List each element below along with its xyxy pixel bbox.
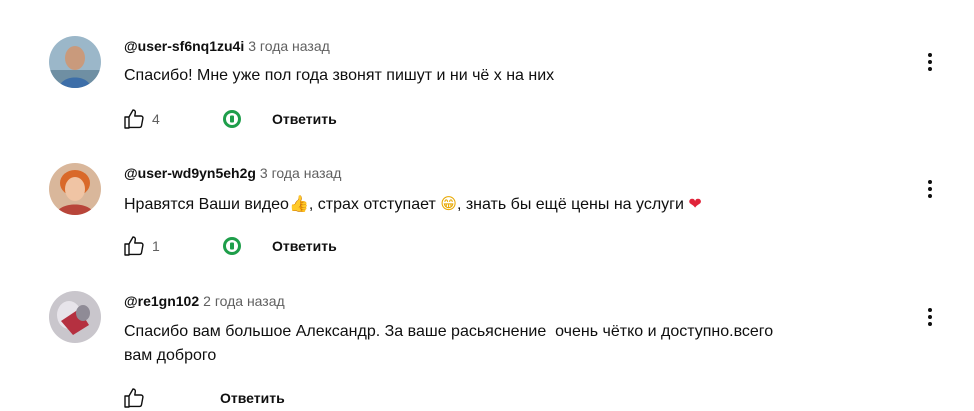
comment-text-segment: Нравятся Ваши видео xyxy=(124,196,289,213)
reply-button[interactable]: Ответить xyxy=(272,238,337,254)
like-count: 1 xyxy=(152,238,160,254)
reply-button[interactable]: Ответить xyxy=(220,390,285,406)
menu-dot-icon xyxy=(928,194,932,198)
avatar[interactable] xyxy=(49,36,101,88)
avatar[interactable] xyxy=(49,163,101,215)
creator-heart-icon xyxy=(222,236,242,256)
comment-time[interactable]: 2 года назад xyxy=(203,293,285,309)
thumbs-up-emoji-icon: 👍 xyxy=(288,194,309,213)
comment-menu-button[interactable] xyxy=(921,177,939,201)
reply-button[interactable]: Ответить xyxy=(272,111,337,127)
heart-emoji-icon: ❤ xyxy=(688,194,702,213)
thumb-up-icon xyxy=(124,236,144,256)
creator-heart-icon xyxy=(222,109,242,129)
comment-text-segment: , знать бы ещё цены на услуги xyxy=(456,196,684,213)
author-name[interactable]: @user-sf6nq1zu4i xyxy=(124,38,244,54)
comment-text-line: вам доброго xyxy=(124,347,217,364)
menu-dot-icon xyxy=(928,180,932,184)
comment-actions: Ответить xyxy=(120,386,285,410)
comment-text: Нравятся Ваши видео👍, страх отступает 😁,… xyxy=(124,192,884,217)
comment-text-line: Спасибо вам большое Александр. За ваше р… xyxy=(124,323,774,340)
thumb-up-icon xyxy=(124,109,144,129)
author-name[interactable]: @user-wd9yn5eh2g xyxy=(124,165,256,181)
comment-header: @user-wd9yn5eh2g 3 года назад xyxy=(124,164,341,182)
menu-dot-icon xyxy=(928,315,932,319)
comment-text: Спасибо вам большое Александр. За ваше р… xyxy=(124,320,884,368)
menu-dot-icon xyxy=(928,67,932,71)
comment-menu-button[interactable] xyxy=(921,305,939,329)
like-button[interactable] xyxy=(120,233,148,259)
like-button[interactable] xyxy=(120,385,148,411)
thumb-up-icon xyxy=(124,388,144,408)
comment-text: Спасибо! Мне уже пол года звонят пишут и… xyxy=(124,67,555,84)
comment-actions: 4 Ответить xyxy=(120,107,337,131)
like-count: 4 xyxy=(152,111,160,127)
comment-time[interactable]: 3 года назад xyxy=(260,165,342,181)
comment-menu-button[interactable] xyxy=(921,50,939,74)
comment-header: @user-sf6nq1zu4i 3 года назад xyxy=(124,37,330,55)
comment-time[interactable]: 3 года назад xyxy=(248,38,330,54)
author-name[interactable]: @re1gn102 xyxy=(124,293,199,309)
menu-dot-icon xyxy=(928,60,932,64)
comment-text-segment: , страх отступает xyxy=(308,196,436,213)
avatar[interactable] xyxy=(49,291,101,343)
comment-actions: 1 Ответить xyxy=(120,234,337,258)
menu-dot-icon xyxy=(928,322,932,326)
grin-emoji-icon: 😁 xyxy=(440,194,457,213)
like-button[interactable] xyxy=(120,106,148,132)
menu-dot-icon xyxy=(928,53,932,57)
menu-dot-icon xyxy=(928,308,932,312)
comment-header: @re1gn102 2 года назад xyxy=(124,292,285,310)
menu-dot-icon xyxy=(928,187,932,191)
